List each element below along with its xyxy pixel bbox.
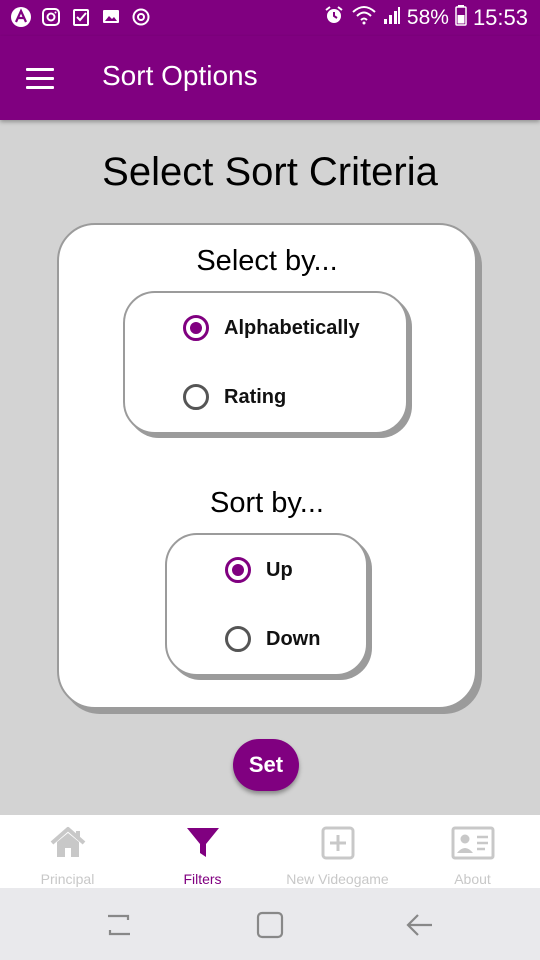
tab-principal[interactable]: Principal (0, 815, 135, 888)
wifi-icon (351, 4, 377, 32)
tab-new-videogame-label: New Videogame (286, 871, 389, 887)
back-icon[interactable] (400, 910, 440, 940)
radio-rating[interactable]: Rating (183, 384, 286, 410)
radio-down-indicator[interactable] (225, 626, 251, 652)
filter-icon (183, 825, 223, 861)
system-status: 58% 15:53 (323, 4, 528, 32)
tab-about-label: About (454, 871, 491, 887)
status-bar: 58% 15:53 (0, 0, 540, 36)
image-icon (100, 6, 122, 28)
alarm-icon (323, 4, 345, 32)
radio-rating-label: Rating (224, 385, 287, 408)
checkbox-icon (70, 6, 92, 28)
radio-alphabetically[interactable]: Alphabetically (183, 315, 360, 341)
instagram-icon (40, 6, 62, 28)
recent-apps-icon[interactable] (100, 910, 140, 940)
clock: 15:53 (472, 5, 528, 30)
home-nav-icon[interactable] (250, 910, 290, 940)
page-title: Select Sort Criteria (102, 150, 438, 194)
tab-new-videogame[interactable]: New Videogame (270, 815, 405, 888)
app-a-icon (10, 6, 32, 28)
radio-up[interactable]: Up (225, 557, 293, 583)
sort-by-label: Sort by... (210, 487, 324, 519)
sort-by-group: Up Down (165, 533, 368, 676)
radio-down[interactable]: Down (225, 626, 320, 652)
sync-icon (130, 6, 152, 28)
radio-up-label: Up (266, 558, 293, 581)
system-navigation-bar (0, 888, 540, 960)
app-bar-title: Sort Options (102, 60, 258, 91)
home-icon (48, 825, 88, 861)
select-by-label: Select by... (196, 245, 338, 277)
tab-about[interactable]: About (405, 815, 540, 888)
radio-alphabetically-label: Alphabetically (224, 316, 360, 339)
tab-filters-label: Filters (183, 871, 222, 887)
battery-percent: 58% (406, 6, 449, 29)
tab-filters[interactable]: Filters (135, 815, 270, 888)
add-box-icon (318, 825, 358, 861)
notification-icons (10, 6, 152, 28)
sort-criteria-card: Select by... Alphabetically Rating Sort … (57, 223, 477, 709)
select-by-group: Alphabetically Rating (123, 291, 408, 434)
hamburger-menu-icon[interactable] (22, 62, 58, 94)
contact-card-icon (451, 825, 495, 861)
app-bar: Sort Options (0, 36, 540, 120)
signal-icon (383, 5, 401, 31)
bottom-tab-bar: Principal Filters New Videogame About (0, 815, 540, 888)
radio-down-label: Down (266, 627, 321, 650)
radio-alphabetically-indicator[interactable] (183, 315, 209, 341)
battery-icon (455, 4, 467, 32)
radio-rating-indicator[interactable] (183, 384, 209, 410)
tab-principal-label: Principal (40, 871, 95, 887)
set-button[interactable]: Set (233, 739, 299, 791)
radio-up-indicator[interactable] (225, 557, 251, 583)
